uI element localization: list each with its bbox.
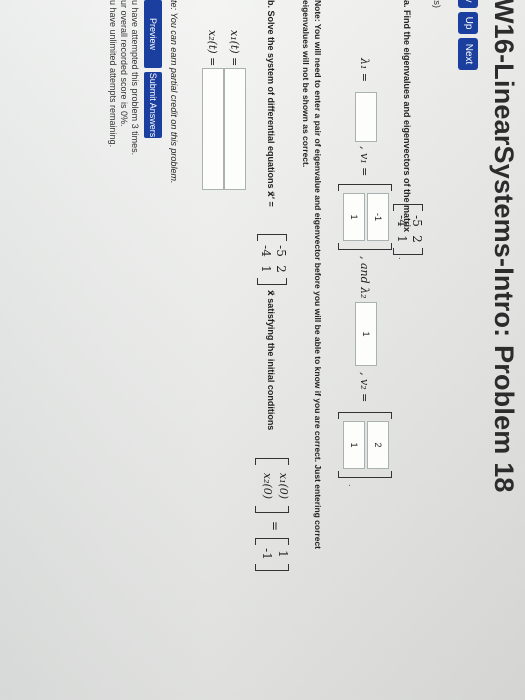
init-left-bracket [255,458,289,465]
init-equals: = [268,520,282,532]
matrix-b-entry: 1 [259,265,273,273]
x2-input[interactable] [202,68,224,190]
lambda1-input[interactable] [355,92,377,142]
score-line: ur overall recorded score is 0%. [119,0,129,127]
part-a-prompt: a. Find the eigenvalues and eigenvectors… [402,0,412,233]
matrix-b-entry: 2 [274,265,288,273]
lambda1-label: λ₁ = [358,58,371,83]
submit-answers-button[interactable]: Submit Answers [144,72,162,138]
v2-period: . [347,484,357,487]
next-button[interactable]: Next [458,38,478,70]
matrix-a-entry: 1 [395,235,409,243]
note-line-1: Note: You will need to enter a pair of e… [313,0,323,550]
v1-left-bracket [338,184,392,191]
page-title: W16-LinearSystems-Intro: Problem 18 [489,0,519,493]
init-values-left-bracket [255,538,289,545]
rotated-problem-page: W16-LinearSystems-Intro: Problem 18 v Up… [0,0,525,700]
part-b-conditions-text: x⃗ satisfying the initial conditions [266,290,276,431]
init-value-2: -1 [260,548,274,560]
x2-label: x₂(t) = [206,30,219,67]
x1-label: x₁(t) = [228,30,241,67]
v2-right-bracket [338,471,392,478]
init-x1: x₁(0) [277,472,290,500]
init-value-1: 1 [276,550,290,558]
x1-input[interactable] [224,68,246,190]
matrix-a-entry: -4 [395,215,409,227]
v2-left-bracket [338,412,392,419]
init-values-right-bracket [255,564,289,571]
note-line-2: eigenvalues will not be shown as correct… [301,0,311,168]
matrix-a-period: . [397,257,407,260]
v1-right-bracket [338,243,392,250]
matrix-b-entry: -5 [274,245,288,257]
init-right-bracket [255,506,289,513]
lambda2-input[interactable]: 1 [355,302,377,366]
prev-button[interactable]: v [458,0,478,8]
attempts-line: u have attempted this problem 3 times. [130,0,140,156]
up-button[interactable]: Up [458,12,478,34]
matrix-b-right-bracket [257,278,287,285]
matrix-a-left-bracket [393,204,423,211]
v2-label: , v₂ = [358,372,371,403]
matrix-b-entry: -4 [259,245,273,257]
v1-input-top[interactable]: -1 [367,193,389,241]
points-label: ts) [432,0,442,8]
v2-input-bottom[interactable]: 1 [343,421,365,469]
matrix-a-entry: 2 [410,235,424,243]
matrix-a-entry: -5 [410,215,424,227]
v1-input-bottom[interactable]: 1 [343,193,365,241]
init-x2: x₂(0) [261,472,274,500]
part-b-prompt: b. Solve the system of differential equa… [266,0,276,207]
v2-input-top[interactable]: 2 [367,421,389,469]
partial-credit-note: te: You can earn partial credit on this … [169,0,179,184]
preview-answers-button[interactable]: Preview Answers [130,0,162,68]
v1-label: , v₁ = [358,146,371,177]
matrix-b-left-bracket [257,234,287,241]
remaining-attempts-line: u have unlimited attempts remaining. [108,0,118,148]
matrix-a-right-bracket [393,248,423,255]
